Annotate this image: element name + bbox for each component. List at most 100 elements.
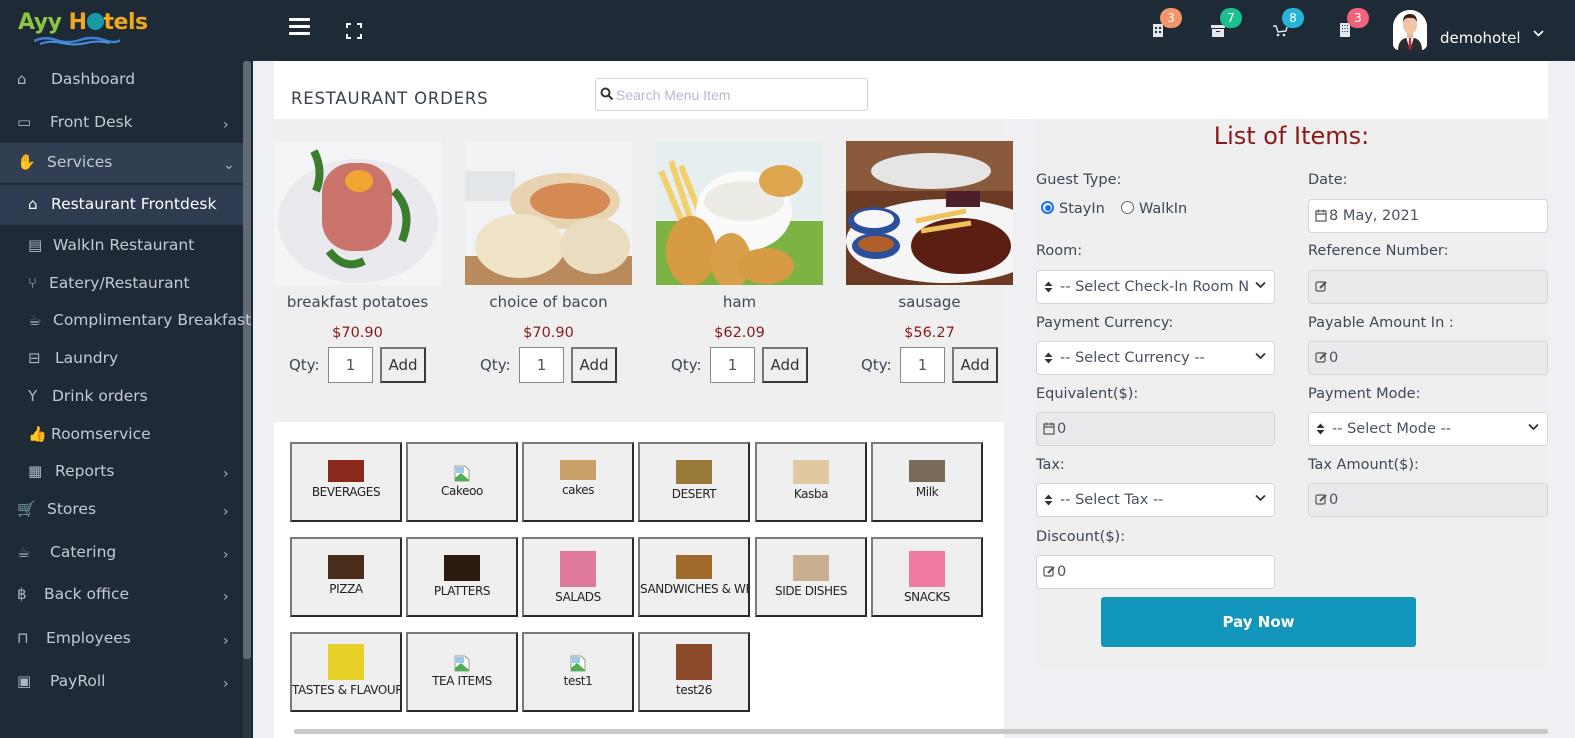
sidebar-item-roomservice[interactable]: 👍 Roomservice [0,419,243,451]
user-avatar[interactable] [1393,10,1427,50]
equivalent-field[interactable]: 0 [1036,412,1275,446]
category-label: PIZZA [329,582,363,596]
calendar-icon [1315,209,1327,222]
category-button-cakes[interactable]: cakes [522,442,634,522]
category-label: test26 [676,683,712,697]
pay-now-button[interactable]: Pay Now [1101,597,1416,647]
product-card: choice of bacon $70.90 Qty: Add [465,141,632,383]
product-price: $70.90 [332,325,383,341]
notification-hotel-button[interactable]: 3 [1150,8,1190,48]
horizontal-scrollbar[interactable] [294,729,1548,734]
add-to-order-button[interactable]: Add [762,347,808,383]
fullscreen-toggle-icon[interactable] [346,23,362,39]
sidebar-item-back-office[interactable]: ฿ Back office › [0,579,243,611]
add-to-order-button[interactable]: Add [571,347,617,383]
reference-number-field[interactable] [1308,270,1548,304]
page-scrollbar[interactable] [1548,61,1575,738]
category-button-test26[interactable]: test26 [638,632,750,712]
product-card: ham $62.09 Qty: Add [656,141,823,383]
sort-icon [1044,352,1053,364]
sidebar-item-stores[interactable]: 🛒 Stores › [0,494,243,526]
guest-type-stayin-radio[interactable]: StayIn [1041,201,1105,217]
qty-input[interactable] [328,347,373,383]
category-button-beverages[interactable]: BEVERAGES [290,442,402,522]
product-image[interactable] [274,141,441,285]
discount-field[interactable]: 0 [1036,555,1275,589]
product-name: choice of bacon [489,293,608,311]
category-thumbnail [444,555,480,581]
edit-icon [1315,494,1327,505]
sidebar-item-front-desk[interactable]: ▭ Front Desk › [0,107,243,139]
category-button-snacks[interactable]: SNACKS [871,537,983,617]
page-title: RESTAURANT ORDERS [291,89,489,108]
room-select[interactable]: -- Select Check-In Room N [1036,270,1275,304]
sidebar-item-walkin-restaurant[interactable]: ▤ WalkIn Restaurant [0,230,243,262]
sidebar-item-reports[interactable]: ▦ Reports › [0,456,243,488]
sidebar-item-laundry[interactable]: ⊟ Laundry [0,343,243,375]
sidebar-item-label: Drink orders [52,387,148,405]
tax-select-value: -- Select Tax -- [1060,492,1164,508]
chevron-right-icon: › [223,633,229,649]
qty-input[interactable] [710,347,755,383]
user-name[interactable]: demohotel [1440,29,1521,47]
hamburger-menu-button[interactable] [289,18,310,35]
sidebar-item-catering[interactable]: ☕ Catering › [0,537,243,569]
category-button-salads[interactable]: SALADS [522,537,634,617]
category-button-side-dishes[interactable]: SIDE DISHES [755,537,867,617]
category-button-cakeoo[interactable]: Cakeoo [406,442,518,522]
product-image[interactable] [656,141,823,285]
hand-icon: ✋ [17,153,36,171]
sidebar-item-label: Restaurant Frontdesk [51,195,217,213]
sidebar-scrollbar-thumb[interactable] [243,61,251,659]
category-button-sandwiches-wraps[interactable]: SANDWICHES & WRAPS [638,537,750,617]
category-button-milk[interactable]: Milk [871,442,983,522]
category-button-pizza[interactable]: PIZZA [290,537,402,617]
category-button-tea-items[interactable]: TEA ITEMS [406,632,518,712]
basket-icon: ⊟ [28,349,41,367]
sidebar-item-eatery-restaurant[interactable]: ⑂ Eatery/Restaurant [0,268,243,300]
notification-building-button[interactable]: 3 [1337,8,1377,48]
category-thumbnail [793,460,829,484]
category-label: DESERT [671,487,717,501]
category-button-platters[interactable]: PLATTERS [406,537,518,617]
logo-text-ayy: Ayy [18,10,62,35]
notification-archive-button[interactable]: 7 [1210,8,1250,48]
app-logo[interactable]: Ayy Htels [18,10,148,35]
product-image[interactable] [846,141,1013,285]
chevron-down-icon [1255,281,1266,289]
payment-mode-select[interactable]: -- Select Mode -- [1308,412,1548,446]
search-menu-input[interactable] [616,83,861,107]
tax-select[interactable]: -- Select Tax -- [1036,483,1275,517]
tax-amount-label: Tax Amount($): [1308,457,1419,473]
sidebar-item-services[interactable]: ✋ Services ⌄ [0,143,243,183]
qty-input[interactable] [519,347,564,383]
sidebar-item-restaurant-frontdesk[interactable]: ⌂ Restaurant Frontdesk [0,185,243,225]
sidebar-item-drink-orders[interactable]: Y Drink orders [0,381,243,413]
sidebar-item-payroll[interactable]: ▣ PayRoll › [0,666,243,698]
product-image[interactable] [465,141,632,285]
payment-currency-select[interactable]: -- Select Currency -- [1036,341,1275,375]
category-button-test1[interactable]: test1 [522,632,634,712]
sidebar-item-dashboard[interactable]: ⌂ Dashboard [0,64,243,96]
sidebar-item-label: Dashboard [51,70,136,88]
chevron-down-icon[interactable] [1533,30,1544,38]
guest-type-walkin-radio[interactable]: WalkIn [1121,201,1187,217]
tax-amount-field[interactable]: 0 [1308,483,1548,517]
payable-amount-field[interactable]: 0 [1308,341,1548,375]
sidebar-item-label: Catering [50,543,117,561]
category-thumbnail [676,644,712,680]
add-to-order-button[interactable]: Add [380,347,426,383]
sidebar-item-employees[interactable]: ⊓ Employees › [0,623,243,655]
date-field[interactable]: 8 May, 2021 [1308,199,1548,233]
category-button-desert[interactable]: DESERT [638,442,750,522]
sidebar-item-label: Complimentary Breakfast [53,311,252,329]
sidebar-item-complimentary-breakfast[interactable]: ☕ Complimentary Breakfast [0,305,251,337]
category-button-tastes-flavours[interactable]: TASTES & FLAVOURS [290,632,402,712]
equivalent-value: 0 [1057,421,1067,437]
qty-label: Qty: [480,356,511,374]
category-button-kasba[interactable]: Kasba [755,442,867,522]
add-to-order-button[interactable]: Add [952,347,998,383]
qty-input[interactable] [900,347,945,383]
search-box[interactable] [595,78,868,111]
notification-cart-button[interactable]: 8 [1272,8,1312,48]
